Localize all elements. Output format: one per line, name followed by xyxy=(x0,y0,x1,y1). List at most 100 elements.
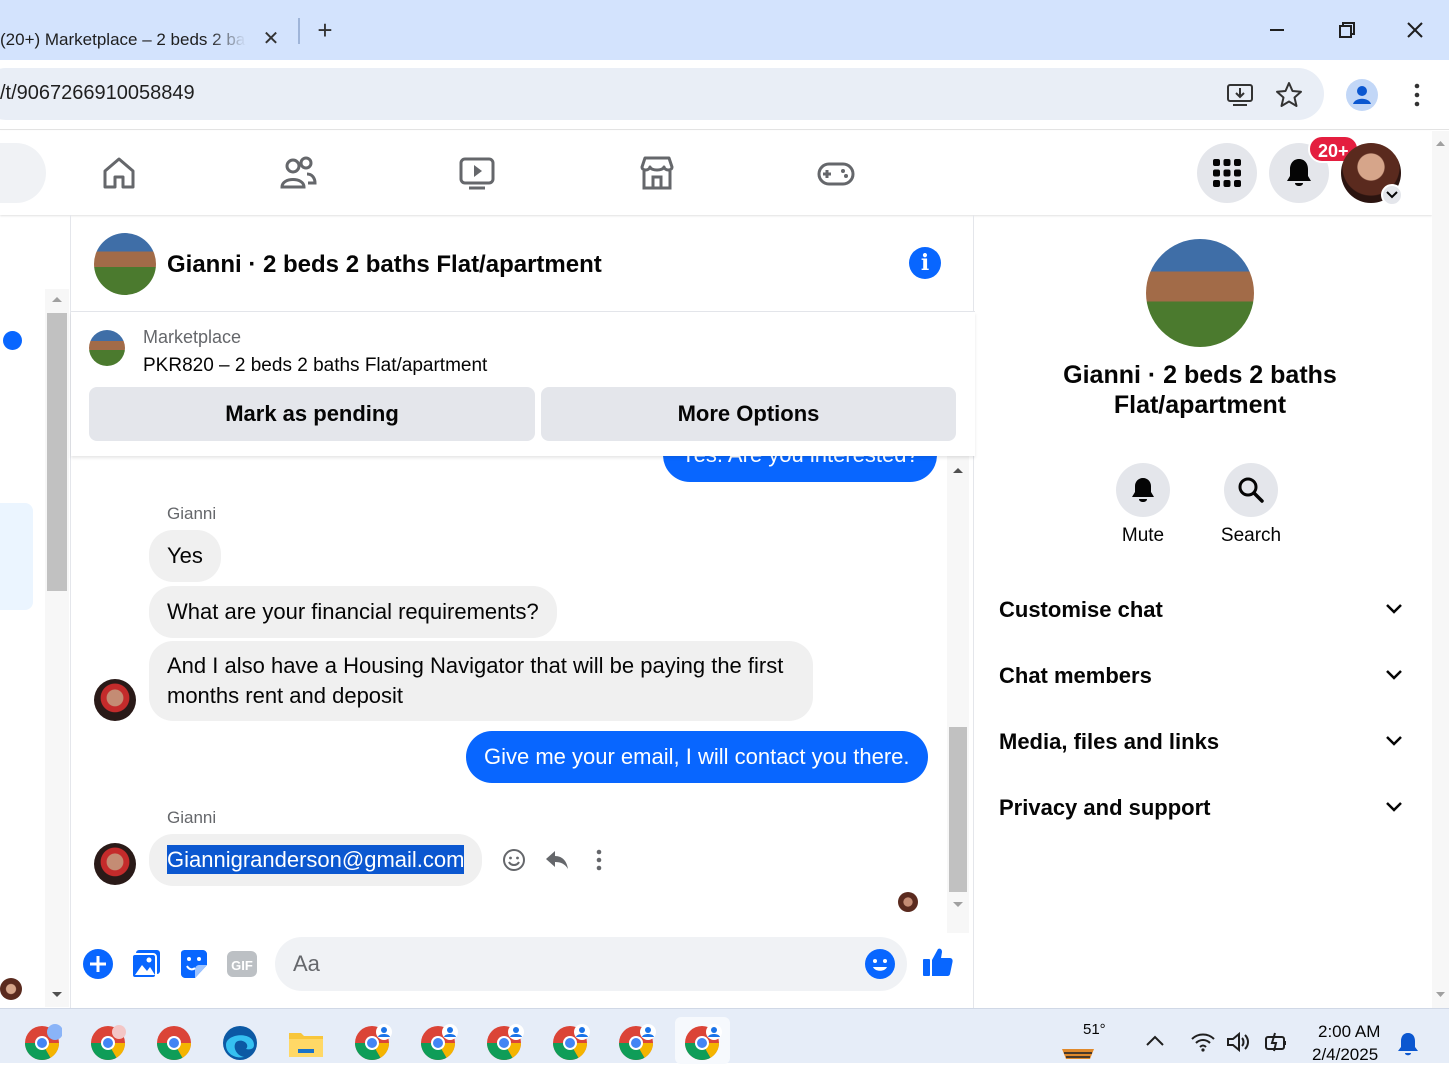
browser-tab-strip: (20+) Marketplace – 2 beds 2 baths ✕ + xyxy=(0,0,1449,60)
chevron-up-icon[interactable] xyxy=(1145,1033,1165,1047)
browser-menu-icon[interactable] xyxy=(1402,80,1432,110)
message-bubble-incoming[interactable]: Yes xyxy=(149,530,221,582)
page-scrollbar[interactable] xyxy=(1432,131,1449,1008)
scroll-up-arrow-icon[interactable] xyxy=(51,295,63,303)
new-tab-button[interactable]: + xyxy=(313,16,337,44)
bookmark-star-icon[interactable] xyxy=(1274,80,1304,110)
tab-close-icon[interactable]: ✕ xyxy=(260,28,282,50)
sender-avatar[interactable] xyxy=(94,679,136,721)
message-input[interactable] xyxy=(275,937,907,991)
url-text[interactable]: /t/9067266910058849 xyxy=(0,82,195,105)
account-menu-button[interactable] xyxy=(1381,184,1403,206)
conversation-avatar[interactable] xyxy=(94,233,156,295)
facebook-search-box[interactable] xyxy=(0,143,46,203)
notification-bell-icon[interactable] xyxy=(1396,1031,1420,1057)
chrome-profile-icon-active[interactable] xyxy=(682,1023,722,1063)
details-avatar[interactable] xyxy=(1146,239,1254,347)
more-options-button[interactable]: More Options xyxy=(541,387,956,441)
menu-grid-button[interactable] xyxy=(1197,143,1257,203)
mute-label: Mute xyxy=(1121,525,1165,546)
section-customise-chat[interactable]: Customise chat xyxy=(999,589,1404,629)
listing-thumbnail[interactable] xyxy=(89,330,125,366)
scroll-down-arrow-icon[interactable] xyxy=(1435,991,1446,999)
tab-separator xyxy=(298,18,300,44)
weather-temperature[interactable]: 51° xyxy=(1083,1021,1106,1038)
minimize-icon[interactable] xyxy=(1261,14,1293,46)
gaming-icon[interactable] xyxy=(816,153,856,193)
info-icon[interactable]: i xyxy=(909,247,941,279)
scroll-up-arrow-icon[interactable] xyxy=(1435,139,1446,147)
section-chat-members[interactable]: Chat members xyxy=(999,655,1404,695)
scroll-up-arrow-icon[interactable] xyxy=(952,466,964,474)
sender-avatar[interactable] xyxy=(94,843,136,885)
battery-icon[interactable] xyxy=(1262,1031,1288,1053)
restore-icon[interactable] xyxy=(1330,14,1362,46)
address-bar[interactable]: /t/9067266910058849 xyxy=(0,68,1324,120)
react-emoji-icon[interactable] xyxy=(502,848,526,872)
listing-name[interactable]: PKR820 – 2 beds 2 baths Flat/apartment xyxy=(143,355,487,377)
home-icon[interactable] xyxy=(99,153,139,193)
conversation-details-panel: Gianni · 2 beds 2 baths Flat/apartment M… xyxy=(974,215,1425,1008)
section-privacy-support[interactable]: Privacy and support xyxy=(999,787,1404,827)
sidebar-scroll-thumb[interactable] xyxy=(47,313,67,591)
scroll-down-arrow-icon[interactable] xyxy=(51,991,63,999)
emoji-icon[interactable] xyxy=(863,947,897,981)
sticker-icon[interactable] xyxy=(177,947,211,981)
chevron-down-icon xyxy=(1386,191,1398,199)
chrome-profile-icon[interactable] xyxy=(88,1023,128,1063)
conversation-header: Gianni · 2 beds 2 baths Flat/apartment i xyxy=(71,215,975,312)
search-label: Search xyxy=(1220,525,1282,546)
reply-icon[interactable] xyxy=(544,848,570,872)
details-title: Gianni · 2 beds 2 baths Flat/apartment xyxy=(1063,361,1337,419)
gif-icon[interactable]: GIF xyxy=(225,947,259,981)
section-label: Media, files and links xyxy=(999,729,1220,754)
conversation-panel: Gianni · 2 beds 2 baths Flat/apartment i… xyxy=(70,215,975,1008)
conversation-scroll-thumb[interactable] xyxy=(949,727,967,892)
sidebar-selected-chat[interactable] xyxy=(0,503,33,610)
chrome-profile-icon[interactable] xyxy=(616,1023,656,1063)
chevron-down-icon xyxy=(1386,736,1402,746)
volume-icon[interactable] xyxy=(1225,1031,1251,1053)
browser-profile-icon[interactable] xyxy=(1346,79,1378,111)
mute-button[interactable] xyxy=(1116,463,1170,517)
mark-as-pending-button[interactable]: Mark as pending xyxy=(89,387,535,441)
chrome-profile-icon[interactable] xyxy=(484,1023,524,1063)
plus-circle-icon[interactable] xyxy=(81,947,115,981)
sidebar-avatar[interactable] xyxy=(0,978,22,1000)
browser-toolbar: /t/9067266910058849 xyxy=(0,60,1449,130)
section-media-files-links[interactable]: Media, files and links xyxy=(999,721,1404,761)
marketplace-icon[interactable] xyxy=(637,153,677,193)
tab-title: (20+) Marketplace – 2 beds 2 baths xyxy=(0,30,246,49)
thumbs-up-icon[interactable] xyxy=(921,945,955,979)
chrome-profile-icon[interactable] xyxy=(22,1023,62,1063)
listing-source: Marketplace xyxy=(143,327,242,347)
browser-tab[interactable]: (20+) Marketplace – 2 beds 2 baths ✕ xyxy=(0,8,290,60)
more-actions-icon[interactable] xyxy=(591,848,607,872)
message-bubble-outgoing[interactable]: Yes. Are you interested? xyxy=(663,456,937,482)
message-bubble-incoming[interactable]: And I also have a Housing Navigator that… xyxy=(149,641,813,721)
file-explorer-icon[interactable] xyxy=(286,1023,326,1063)
chrome-icon[interactable] xyxy=(154,1023,194,1063)
message-bubble-incoming[interactable]: Giannigranderson@gmail.com xyxy=(149,834,483,886)
chrome-profile-icon[interactable] xyxy=(550,1023,590,1063)
wifi-icon[interactable] xyxy=(1190,1031,1216,1053)
clock-time[interactable]: 2:00 AM xyxy=(1318,1022,1380,1042)
edge-icon[interactable] xyxy=(220,1023,260,1063)
chrome-profile-icon[interactable] xyxy=(418,1023,458,1063)
scroll-down-arrow-icon[interactable] xyxy=(952,901,964,909)
install-app-icon[interactable] xyxy=(1225,80,1255,110)
section-label: Chat members xyxy=(999,663,1152,688)
message-bubble-incoming[interactable]: What are your financial requirements? xyxy=(149,586,557,638)
conversation-title[interactable]: Gianni · 2 beds 2 baths Flat/apartment xyxy=(167,251,602,279)
unread-dot xyxy=(3,331,22,350)
photo-icon[interactable] xyxy=(129,947,163,981)
close-window-icon[interactable] xyxy=(1399,14,1431,46)
friends-icon[interactable] xyxy=(278,153,318,193)
chrome-profile-icon[interactable] xyxy=(352,1023,392,1063)
search-button[interactable] xyxy=(1224,463,1278,517)
clock-date[interactable]: 2/4/2025 xyxy=(1312,1045,1378,1065)
video-icon[interactable] xyxy=(457,153,497,193)
selected-email-text[interactable]: Giannigranderson@gmail.com xyxy=(167,845,465,874)
message-bubble-outgoing[interactable]: Give me your email, I will contact you t… xyxy=(466,731,928,783)
chevron-down-icon xyxy=(1386,802,1402,812)
